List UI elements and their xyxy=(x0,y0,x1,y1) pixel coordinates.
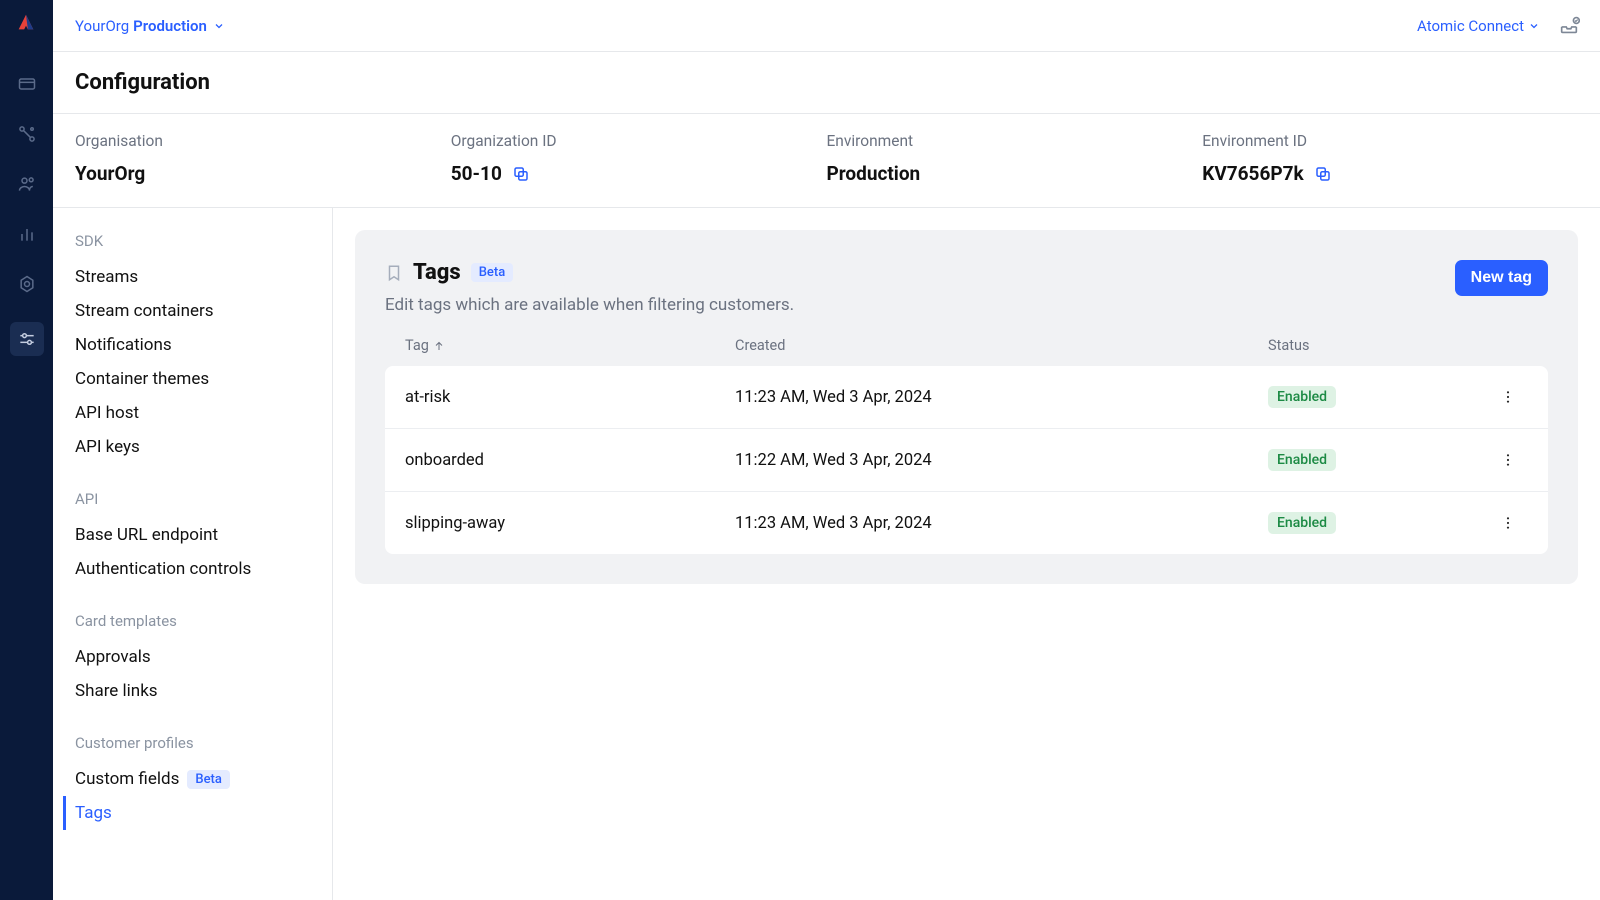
sidebar-item-stream-containers[interactable]: Stream containers xyxy=(75,294,332,328)
cell-status: Enabled xyxy=(1268,449,1488,471)
sidebar-item-authentication-controls[interactable]: Authentication controls xyxy=(75,552,332,586)
nav-flows-icon[interactable] xyxy=(15,122,39,146)
sidebar-item-label: Authentication controls xyxy=(75,559,251,579)
sidebar-item-label: Custom fields xyxy=(75,769,179,789)
sidebar-item-api-host[interactable]: API host xyxy=(75,396,332,430)
sidebar-item-container-themes[interactable]: Container themes xyxy=(75,362,332,396)
status-badge: Enabled xyxy=(1268,386,1336,408)
atomic-connect-link[interactable]: Atomic Connect xyxy=(1417,17,1540,35)
meta-bar: Organisation YourOrg Organization ID 50-… xyxy=(53,114,1600,208)
panel-title: Tags xyxy=(413,260,461,285)
sidebar-item-label: Approvals xyxy=(75,647,151,667)
cell-created: 11:23 AM, Wed 3 Apr, 2024 xyxy=(735,514,1268,533)
sidebar-item-share-links[interactable]: Share links xyxy=(75,674,332,708)
meta-envid-label: Environment ID xyxy=(1202,132,1578,150)
sidebar-item-label: Base URL endpoint xyxy=(75,525,218,545)
meta-orgid-label: Organization ID xyxy=(451,132,827,150)
sidebar-item-streams[interactable]: Streams xyxy=(75,260,332,294)
nav-analytics-icon[interactable] xyxy=(15,222,39,246)
sidebar-item-label: API keys xyxy=(75,437,140,457)
nav-settings-icon[interactable] xyxy=(15,272,39,296)
beta-badge: Beta xyxy=(471,263,514,282)
chevron-down-icon xyxy=(213,20,225,32)
row-actions-menu[interactable] xyxy=(1488,515,1528,531)
breadcrumb-env: Production xyxy=(133,17,207,35)
sidebar-section-label: Card templates xyxy=(75,612,332,630)
beta-badge: Beta xyxy=(187,770,230,789)
cell-tag: slipping-away xyxy=(405,514,735,533)
sidebar-item-notifications[interactable]: Notifications xyxy=(75,328,332,362)
table-row: onboarded11:22 AM, Wed 3 Apr, 2024Enable… xyxy=(385,429,1548,492)
table-header: Tag Created Status xyxy=(385,337,1548,366)
copy-icon[interactable] xyxy=(512,165,530,183)
sidebar-item-label: Notifications xyxy=(75,335,172,355)
sidebar-item-label: Tags xyxy=(75,803,112,823)
col-header-created[interactable]: Created xyxy=(735,337,1268,354)
table-row: at-risk11:23 AM, Wed 3 Apr, 2024Enabled xyxy=(385,366,1548,429)
sidebar-section-label: Customer profiles xyxy=(75,734,332,752)
table-row: slipping-away11:23 AM, Wed 3 Apr, 2024En… xyxy=(385,492,1548,554)
sidebar-item-api-keys[interactable]: API keys xyxy=(75,430,332,464)
status-badge: Enabled xyxy=(1268,449,1336,471)
inbox-icon[interactable] xyxy=(1558,15,1580,37)
nav-rail xyxy=(0,0,53,900)
tags-panel: Tags Beta Edit tags which are available … xyxy=(355,230,1578,584)
row-actions-menu[interactable] xyxy=(1488,452,1528,468)
nav-customers-icon[interactable] xyxy=(15,172,39,196)
bookmark-icon xyxy=(385,264,403,282)
cell-created: 11:22 AM, Wed 3 Apr, 2024 xyxy=(735,451,1268,470)
status-badge: Enabled xyxy=(1268,512,1336,534)
sidebar-item-label: API host xyxy=(75,403,139,423)
topbar: YourOrg Production Atomic Connect xyxy=(53,0,1600,52)
meta-env-label: Environment xyxy=(827,132,1203,150)
meta-org-label: Organisation xyxy=(75,132,451,150)
sidebar-section-label: SDK xyxy=(75,232,332,250)
tags-table: Tag Created Status at-risk11:23 AM, Wed … xyxy=(385,337,1548,554)
chevron-down-icon xyxy=(1528,20,1540,32)
meta-org-value: YourOrg xyxy=(75,162,145,185)
cell-status: Enabled xyxy=(1268,386,1488,408)
cell-status: Enabled xyxy=(1268,512,1488,534)
new-tag-button[interactable]: New tag xyxy=(1455,260,1548,296)
nav-cards-icon[interactable] xyxy=(15,72,39,96)
sidebar-section-label: API xyxy=(75,490,332,508)
meta-env-value: Production xyxy=(827,162,921,185)
nav-configuration-icon[interactable] xyxy=(10,322,44,356)
cell-tag: at-risk xyxy=(405,388,735,407)
sidebar-item-label: Container themes xyxy=(75,369,209,389)
sidebar-item-label: Streams xyxy=(75,267,138,287)
copy-icon[interactable] xyxy=(1314,165,1332,183)
org-env-selector[interactable]: YourOrg Production xyxy=(75,17,225,35)
connect-label: Atomic Connect xyxy=(1417,17,1524,35)
sidebar-item-custom-fields[interactable]: Custom fields Beta xyxy=(75,762,332,796)
page-title: Configuration xyxy=(75,70,1578,95)
sidebar-item-base-url-endpoint[interactable]: Base URL endpoint xyxy=(75,518,332,552)
app-logo xyxy=(15,12,39,36)
config-sidebar: SDK Streams Stream containers Notifications… xyxy=(53,208,333,900)
col-header-status[interactable]: Status xyxy=(1268,337,1488,354)
panel-subtitle: Edit tags which are available when filte… xyxy=(385,295,794,315)
page-title-bar: Configuration xyxy=(53,52,1600,114)
row-actions-menu[interactable] xyxy=(1488,389,1528,405)
sidebar-item-tags[interactable]: Tags xyxy=(63,796,332,830)
meta-envid-value: KV7656P7k xyxy=(1202,162,1303,185)
cell-created: 11:23 AM, Wed 3 Apr, 2024 xyxy=(735,388,1268,407)
sort-asc-icon xyxy=(433,340,445,352)
meta-orgid-value: 50-10 xyxy=(451,162,502,185)
sidebar-item-label: Stream containers xyxy=(75,301,214,321)
sidebar-item-approvals[interactable]: Approvals xyxy=(75,640,332,674)
sidebar-item-label: Share links xyxy=(75,681,158,701)
breadcrumb-org: YourOrg xyxy=(75,17,129,35)
col-header-tag[interactable]: Tag xyxy=(405,337,735,354)
cell-tag: onboarded xyxy=(405,451,735,470)
